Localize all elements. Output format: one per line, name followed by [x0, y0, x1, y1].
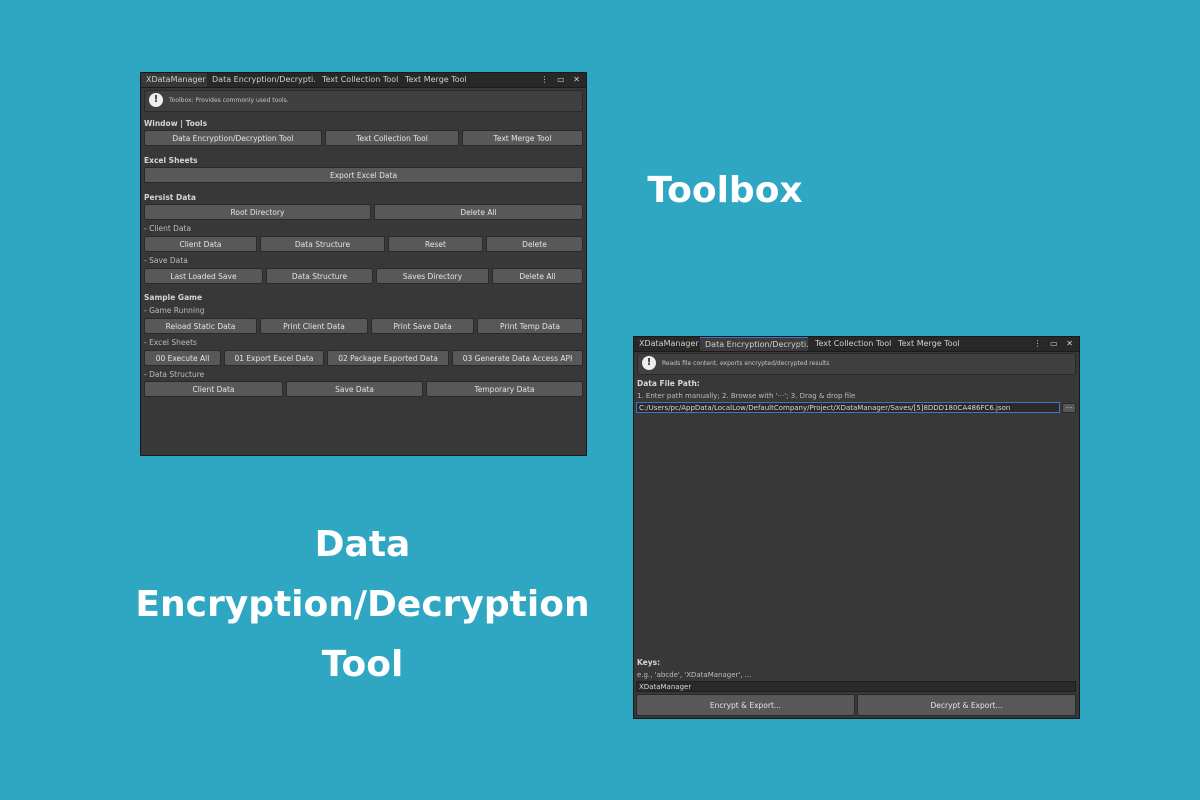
- browse-button[interactable]: ···: [1062, 403, 1076, 413]
- info-text: Reads file content, exports encrypted/de…: [662, 360, 830, 367]
- tab-text-merge[interactable]: Text Merge Tool: [400, 73, 470, 87]
- delete-all-saves-button[interactable]: Delete All: [492, 268, 583, 284]
- tab-xdatamanager[interactable]: XDataManager: [634, 337, 700, 351]
- window-controls[interactable]: ⋮ ▭ ✕: [1034, 337, 1076, 351]
- decrypt-export-button[interactable]: Decrypt & Export...: [857, 694, 1076, 716]
- sample-excel-sheets-label: - Excel Sheets: [144, 338, 197, 347]
- save-data-structure-view-button[interactable]: Save Data: [286, 381, 423, 397]
- data-file-path-label: Data File Path:: [637, 379, 700, 388]
- print-save-data-button[interactable]: Print Save Data: [371, 318, 474, 334]
- generate-data-access-api-button[interactable]: 03 Generate Data Access API: [452, 350, 583, 366]
- tab-bar: XDataManager Data Encryption/Decrypti...…: [634, 337, 1079, 352]
- client-data-structure-view-button[interactable]: Client Data: [144, 381, 283, 397]
- export-excel-data-button[interactable]: Export Excel Data: [144, 167, 583, 183]
- persist-data-label: Persist Data: [144, 193, 196, 202]
- encryption-tool-window: XDataManager Data Encryption/Decrypti...…: [633, 336, 1080, 719]
- tab-data-encryption[interactable]: Data Encryption/Decrypti...: [700, 337, 808, 351]
- game-running-label: - Game Running: [144, 306, 205, 315]
- window-controls[interactable]: ⋮ ▭ ✕: [541, 73, 583, 87]
- temporary-data-structure-view-button[interactable]: Temporary Data: [426, 381, 583, 397]
- info-box: ! Reads file content, exports encrypted/…: [637, 353, 1076, 375]
- tab-text-merge[interactable]: Text Merge Tool: [893, 337, 963, 351]
- client-data-label: - Client Data: [144, 224, 192, 233]
- last-loaded-save-button[interactable]: Last Loaded Save: [144, 268, 263, 284]
- delete-all-button[interactable]: Delete All: [374, 204, 583, 220]
- toolbox-caption: Toolbox: [647, 170, 803, 211]
- package-exported-data-button[interactable]: 02 Package Exported Data: [327, 350, 449, 366]
- window-tools-label: Window | Tools: [144, 119, 208, 128]
- save-data-label: - Save Data: [144, 256, 188, 265]
- export-excel-data-sample-button[interactable]: 01 Export Excel Data: [224, 350, 324, 366]
- reload-static-data-button[interactable]: Reload Static Data: [144, 318, 257, 334]
- excel-sheets-label: Excel Sheets: [144, 156, 198, 165]
- keys-input[interactable]: XDataManager: [636, 681, 1076, 692]
- save-data-structure-button[interactable]: Data Structure: [266, 268, 373, 284]
- text-merge-tool-button[interactable]: Text Merge Tool: [462, 130, 583, 146]
- execute-all-button[interactable]: 00 Execute All: [144, 350, 221, 366]
- exclamation-icon: !: [149, 93, 163, 107]
- info-box: ! Toolbox: Provides commonly used tools.: [144, 90, 583, 112]
- print-client-data-button[interactable]: Print Client Data: [260, 318, 368, 334]
- client-data-structure-button[interactable]: Data Structure: [260, 236, 385, 252]
- print-temp-data-button[interactable]: Print Temp Data: [477, 318, 583, 334]
- tab-text-collection[interactable]: Text Collection Tool: [810, 337, 894, 351]
- tab-data-encryption[interactable]: Data Encryption/Decrypti...: [207, 73, 315, 87]
- encrypt-export-button[interactable]: Encrypt & Export...: [636, 694, 855, 716]
- exclamation-icon: !: [642, 356, 656, 370]
- info-text: Toolbox: Provides commonly used tools.: [169, 97, 289, 104]
- keys-label: Keys:: [637, 658, 661, 667]
- reset-button[interactable]: Reset: [388, 236, 483, 252]
- file-path-hint: 1. Enter path manually; 2. Browse with '…: [637, 392, 856, 400]
- delete-client-data-button[interactable]: Delete: [486, 236, 583, 252]
- client-data-button[interactable]: Client Data: [144, 236, 257, 252]
- tab-xdatamanager[interactable]: XDataManager: [141, 73, 207, 87]
- keys-hint: e.g., 'abcde', 'XDataManager', ...: [637, 671, 752, 679]
- toolbox-window: XDataManager Data Encryption/Decrypti...…: [140, 72, 587, 456]
- tab-text-collection[interactable]: Text Collection Tool: [317, 73, 401, 87]
- tab-bar: XDataManager Data Encryption/Decrypti...…: [141, 73, 586, 88]
- data-structure-label: - Data Structure: [144, 370, 205, 379]
- root-directory-button[interactable]: Root Directory: [144, 204, 371, 220]
- sample-game-label: Sample Game: [144, 293, 203, 302]
- data-encryption-tool-button[interactable]: Data Encryption/Decryption Tool: [144, 130, 322, 146]
- text-collection-tool-button[interactable]: Text Collection Tool: [325, 130, 459, 146]
- file-path-input[interactable]: C:/Users/pc/AppData/LocalLow/DefaultComp…: [636, 402, 1060, 413]
- encryption-tool-caption: Data Encryption/Decryption Tool: [135, 524, 590, 685]
- saves-directory-button[interactable]: Saves Directory: [376, 268, 489, 284]
